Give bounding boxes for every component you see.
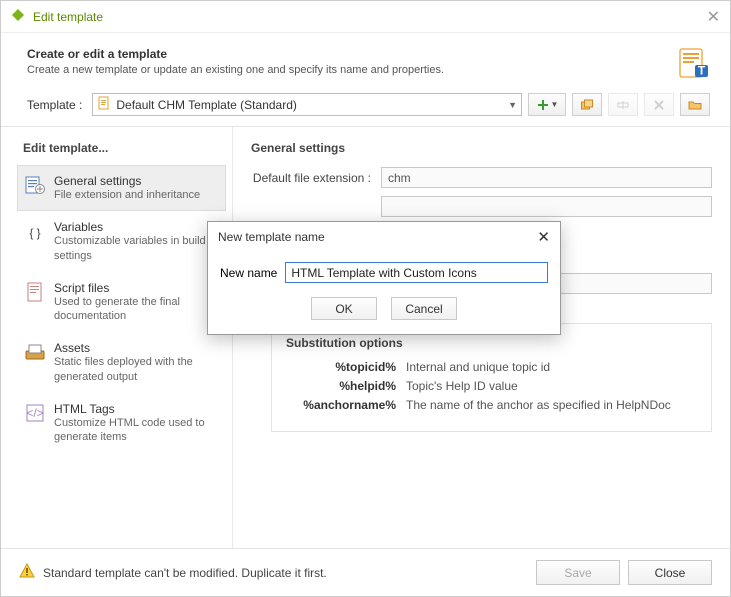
- substitution-row: %helpid% Topic's Help ID value: [286, 379, 697, 393]
- settings-icon: [24, 174, 46, 196]
- header-title: Create or edit a template: [27, 47, 678, 61]
- new-name-label: New name: [220, 266, 277, 280]
- sidebar-item-desc: Used to generate the final documentation: [54, 295, 219, 324]
- html-tag-icon: </>: [24, 402, 46, 424]
- sidebar-item-desc: File extension and inheritance: [54, 188, 200, 202]
- substitution-row: %anchorname% The name of the anchor as s…: [286, 398, 697, 412]
- cancel-button[interactable]: Cancel: [391, 297, 457, 320]
- substitution-title: Substitution options: [286, 336, 697, 350]
- svg-text:{ }: { }: [29, 226, 40, 240]
- substitution-group: Substitution options %topicid% Internal …: [271, 323, 712, 432]
- sidebar-item-assets[interactable]: Assets Static files deployed with the ge…: [17, 332, 226, 393]
- app-icon: [11, 8, 25, 25]
- substitution-value: The name of the anchor as specified in H…: [406, 398, 671, 412]
- warning-icon: [19, 563, 35, 582]
- braces-icon: { }: [24, 220, 46, 242]
- extension-field[interactable]: chm: [381, 167, 712, 188]
- header-subtitle: Create a new template or update an exist…: [27, 64, 678, 76]
- rename-template-button: [608, 93, 638, 116]
- dialog-title: New template name: [218, 230, 325, 244]
- extension-row: Default file extension : chm: [251, 167, 712, 188]
- sidebar: Edit template... General settings File e…: [1, 127, 233, 548]
- new-template-button[interactable]: ▼: [528, 93, 566, 116]
- template-select[interactable]: Default CHM Template (Standard) ▼: [92, 93, 522, 116]
- chevron-down-icon: ▼: [551, 100, 559, 109]
- substitution-row: %topicid% Internal and unique topic id: [286, 360, 697, 374]
- substitution-value: Internal and unique topic id: [406, 360, 550, 374]
- titlebar: Edit template ✕: [1, 1, 730, 33]
- new-name-input[interactable]: [285, 262, 548, 283]
- sidebar-item-title: Variables: [54, 220, 219, 234]
- sidebar-item-title: HTML Tags: [54, 402, 219, 416]
- sidebar-title: Edit template...: [17, 137, 232, 165]
- assets-icon: [24, 341, 46, 363]
- template-label: Template :: [27, 98, 82, 112]
- sidebar-item-desc: Customize HTML code used to generate ite…: [54, 416, 219, 445]
- window-title: Edit template: [33, 10, 103, 24]
- substitution-key: %anchorname%: [286, 398, 406, 412]
- substitution-key: %helpid%: [286, 379, 406, 393]
- warning-text: Standard template can't be modified. Dup…: [43, 566, 528, 580]
- save-button: Save: [536, 560, 620, 585]
- sidebar-item-title: Assets: [54, 341, 219, 355]
- substitution-key: %topicid%: [286, 360, 406, 374]
- sidebar-item-title: General settings: [54, 174, 200, 188]
- main-title: General settings: [251, 137, 712, 167]
- substitution-value: Topic's Help ID value: [406, 379, 518, 393]
- body: Edit template... General settings File e…: [1, 126, 730, 548]
- sidebar-item-variables[interactable]: { } Variables Customizable variables in …: [17, 211, 226, 272]
- sidebar-item-script-files[interactable]: Script files Used to generate the final …: [17, 272, 226, 333]
- template-toolbar: Template : Default CHM Template (Standar…: [1, 87, 730, 126]
- extension-label: Default file extension :: [251, 171, 381, 185]
- dialog-titlebar: New template name ✕: [208, 222, 560, 252]
- svg-text:</>: </>: [26, 406, 43, 420]
- sidebar-item-html-tags[interactable]: </> HTML Tags Customize HTML code used t…: [17, 393, 226, 454]
- hidden-field[interactable]: [381, 196, 712, 217]
- hidden-row-1: [251, 196, 712, 217]
- main-panel: General settings Default file extension …: [233, 127, 730, 548]
- header: Create or edit a template Create a new t…: [1, 33, 730, 87]
- open-folder-button[interactable]: [680, 93, 710, 116]
- chevron-down-icon: ▼: [508, 100, 517, 110]
- svg-text:T: T: [698, 64, 706, 78]
- delete-template-button: [644, 93, 674, 116]
- footer: Standard template can't be modified. Dup…: [1, 548, 730, 596]
- template-selected-text: Default CHM Template (Standard): [116, 98, 503, 112]
- duplicate-template-button[interactable]: [572, 93, 602, 116]
- template-file-icon: [97, 96, 111, 113]
- dialog-close-button[interactable]: ✕: [537, 228, 550, 246]
- ok-button[interactable]: OK: [311, 297, 377, 320]
- sidebar-item-title: Script files: [54, 281, 219, 295]
- template-large-icon: T: [678, 47, 710, 79]
- sidebar-item-desc: Static files deployed with the generated…: [54, 355, 219, 384]
- edit-template-window: Edit template ✕ Create or edit a templat…: [0, 0, 731, 597]
- window-close-button[interactable]: ✕: [707, 7, 720, 27]
- script-icon: [24, 281, 46, 303]
- new-template-name-dialog: New template name ✕ New name OK Cancel: [207, 221, 561, 335]
- sidebar-item-desc: Customizable variables in build settings: [54, 234, 219, 263]
- new-name-row: New name: [220, 262, 548, 283]
- close-button[interactable]: Close: [628, 560, 712, 585]
- sidebar-item-general-settings[interactable]: General settings File extension and inhe…: [17, 165, 226, 211]
